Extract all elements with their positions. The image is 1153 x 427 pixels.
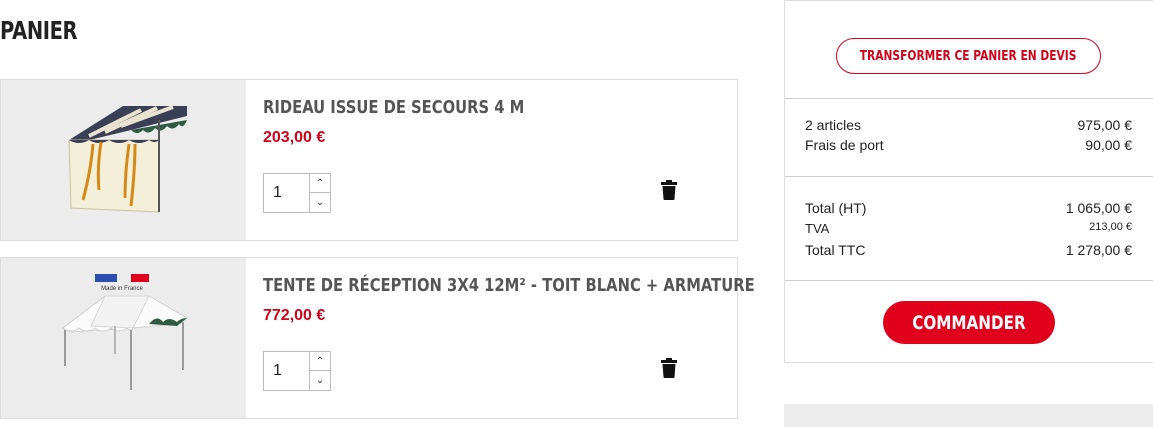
quantity-stepper[interactable]: 1 ⌃ ⌄: [263, 351, 331, 391]
product-image[interactable]: Made in France: [1, 258, 246, 418]
quantity-input[interactable]: 1: [264, 352, 310, 390]
secondary-panel: [784, 404, 1153, 427]
decrement-button[interactable]: ⌄: [309, 193, 330, 212]
quantity-input[interactable]: 1: [264, 174, 310, 212]
trash-icon: [661, 180, 677, 200]
item-name[interactable]: TENTE DE RÉCEPTION 3X4 12M² - TOIT BLANC…: [263, 275, 755, 296]
made-in-france-badge: Made in France: [101, 286, 143, 292]
increment-button[interactable]: ⌃: [309, 352, 330, 371]
divider: [785, 98, 1153, 99]
total-ht-label: Total (HT): [805, 200, 867, 216]
curtain-tent-image: [68, 105, 187, 213]
articles-label: 2 articles: [805, 117, 862, 133]
chevron-down-icon: ⌄: [315, 197, 325, 208]
chevron-down-icon: ⌄: [315, 375, 325, 386]
divider: [785, 280, 1153, 281]
total-ttc-value: 1 278,00 €: [1065, 242, 1132, 258]
cart-item: Made in France TENTE DE RÉCEPTION 3X4 12…: [0, 257, 755, 419]
item-price: 203,00 €: [263, 129, 326, 146]
order-button[interactable]: COMMANDER: [883, 301, 1055, 344]
reception-tent-image: Made in France: [62, 274, 188, 390]
divider: [785, 176, 1153, 177]
tva-label: TVA: [805, 221, 830, 236]
quantity-stepper[interactable]: 1 ⌃ ⌄: [263, 173, 331, 213]
decrement-button[interactable]: ⌄: [309, 371, 330, 390]
increment-button[interactable]: ⌃: [309, 174, 330, 193]
item-price: 772,00 €: [263, 307, 326, 324]
articles-value: 975,00 €: [1077, 117, 1133, 133]
tva-row: TVA 213,00 €: [805, 221, 1132, 236]
delete-item-button[interactable]: [661, 358, 677, 378]
shipping-row: Frais de port 90,00 €: [805, 137, 1132, 153]
order-button-label: COMMANDER: [912, 311, 1026, 334]
delete-item-button[interactable]: [661, 180, 677, 200]
tva-value: 213,00 €: [1089, 221, 1132, 233]
chevron-up-icon: ⌃: [315, 355, 325, 367]
trash-icon: [661, 358, 677, 378]
total-ttc-label: Total TTC: [805, 242, 866, 258]
cart-item: RIDEAU ISSUE DE SECOURS 4 M 203,00 € 1 ⌃…: [0, 79, 738, 241]
shipping-value: 90,00 €: [1085, 137, 1132, 153]
shipping-label: Frais de port: [805, 137, 884, 153]
convert-to-quote-label: TRANSFORMER CE PANIER EN DEVIS: [860, 48, 1077, 64]
page-title: PANIER: [0, 16, 78, 45]
item-name[interactable]: RIDEAU ISSUE DE SECOURS 4 M: [263, 97, 524, 118]
articles-row: 2 articles 975,00 €: [805, 117, 1132, 133]
cart-summary: TRANSFORMER CE PANIER EN DEVIS 2 article…: [784, 0, 1153, 363]
total-ht-value: 1 065,00 €: [1065, 200, 1132, 216]
total-ttc-row: Total TTC 1 278,00 €: [805, 242, 1132, 258]
convert-to-quote-button[interactable]: TRANSFORMER CE PANIER EN DEVIS: [836, 38, 1101, 74]
total-ht-row: Total (HT) 1 065,00 €: [805, 200, 1132, 216]
product-image[interactable]: [1, 80, 246, 240]
chevron-up-icon: ⌃: [315, 177, 325, 189]
